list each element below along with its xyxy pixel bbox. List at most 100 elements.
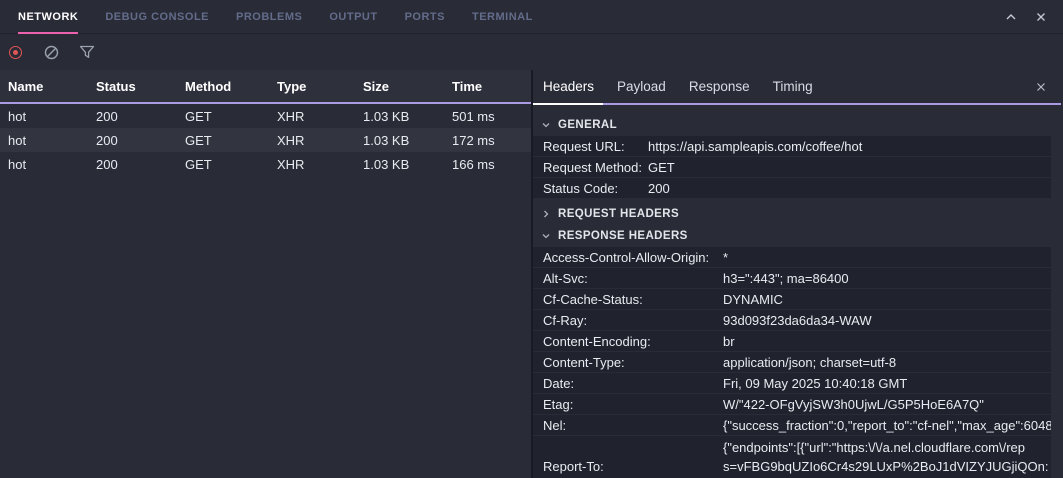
header-value-line: s=vFBG9bqUZIo6Cr4s29LUxP%2BoJ1dVIZYJUGji… [723, 459, 1049, 474]
header-row: Date: Fri, 09 May 2025 10:40:18 GMT [533, 373, 1051, 393]
column-header-name[interactable]: Name [8, 79, 96, 94]
header-value: 200 [648, 181, 1051, 196]
requests-table: Name Status Method Type Size Time hot 20… [0, 70, 531, 478]
tab-problems[interactable]: PROBLEMS [236, 0, 302, 34]
chevron-down-icon [541, 231, 551, 241]
section-header-general[interactable]: GENERAL [533, 114, 1061, 136]
tab-network[interactable]: NETWORK [18, 0, 78, 34]
header-key: Content-Type: [543, 355, 723, 370]
header-value: {"success_fraction":0,"report_to":"cf-ne… [723, 418, 1051, 433]
table-row[interactable]: hot 200 GET XHR 1.03 KB 501 ms [0, 104, 531, 128]
header-key: Request URL: [543, 139, 648, 154]
details-content: GENERAL Request URL: https://api.samplea… [533, 105, 1061, 478]
header-row: Access-Control-Allow-Origin: * [533, 247, 1051, 267]
filter-icon[interactable] [79, 44, 95, 60]
header-value: application/json; charset=utf-8 [723, 355, 1051, 370]
header-key: Status Code: [543, 181, 648, 196]
cell-method: GET [185, 157, 277, 172]
header-row: Nel: {"success_fraction":0,"report_to":"… [533, 415, 1051, 435]
header-value: br [723, 334, 1051, 349]
header-row: Etag: W/"422-OFgVyjSW3h0UjwL/G5P5HoE6A7Q… [533, 394, 1051, 414]
header-value: {"endpoints":[{"url":"https:\/\/a.nel.cl… [723, 438, 1051, 478]
cell-method: GET [185, 109, 277, 124]
column-header-time[interactable]: Time [452, 79, 531, 94]
header-key: Cf-Ray: [543, 313, 723, 328]
header-value: GET [648, 160, 1051, 175]
header-row: Content-Encoding: br [533, 331, 1051, 351]
header-row: Status Code: 200 [533, 178, 1051, 198]
details-tab-bar: Headers Payload Response Timing [533, 70, 1061, 105]
tab-response[interactable]: Response [689, 79, 750, 94]
record-icon[interactable] [7, 44, 23, 60]
column-header-method[interactable]: Method [185, 79, 277, 94]
header-key: Date: [543, 376, 723, 391]
cell-status: 200 [96, 157, 185, 172]
chevron-up-icon[interactable] [1003, 9, 1019, 25]
header-value: * [723, 250, 1051, 265]
cell-name: hot [8, 133, 96, 148]
tab-headers[interactable]: Headers [543, 79, 594, 94]
section-header-response-headers[interactable]: RESPONSE HEADERS [533, 225, 1061, 247]
header-key: Request Method: [543, 160, 648, 175]
cell-size: 1.03 KB [363, 157, 452, 172]
close-details-icon[interactable] [1033, 79, 1049, 95]
header-value: 93d093f23da6da34-WAW [723, 313, 1051, 328]
cell-name: hot [8, 157, 96, 172]
tab-terminal[interactable]: TERMINAL [472, 0, 533, 34]
close-panel-icon[interactable] [1033, 9, 1049, 25]
header-value: h3=":443"; ma=86400 [723, 271, 1051, 286]
cell-time: 166 ms [452, 157, 531, 172]
network-panel-body: Name Status Method Type Size Time hot 20… [0, 70, 1063, 478]
header-key: Alt-Svc: [543, 271, 723, 286]
clear-icon[interactable] [43, 44, 59, 60]
table-row[interactable]: hot 200 GET XHR 1.03 KB 172 ms [0, 128, 531, 152]
header-key: Report-To: [543, 459, 723, 474]
header-value: https://api.sampleapis.com/coffee/hot [648, 139, 1051, 154]
header-key: Nel: [543, 418, 723, 433]
section-title: GENERAL [558, 119, 617, 131]
header-value-line: {"endpoints":[{"url":"https:\/\/a.nel.cl… [723, 440, 1025, 455]
column-header-size[interactable]: Size [363, 79, 452, 94]
header-value: W/"422-OFgVyjSW3h0UjwL/G5P5HoE6A7Q" [723, 397, 1051, 412]
request-details-pane: Headers Payload Response Timing GENERAL … [531, 70, 1061, 478]
requests-table-header: Name Status Method Type Size Time [0, 70, 531, 104]
tab-payload[interactable]: Payload [617, 79, 666, 94]
header-row: Cf-Cache-Status: DYNAMIC [533, 289, 1051, 309]
column-header-status[interactable]: Status [96, 79, 185, 94]
section-title: REQUEST HEADERS [558, 208, 679, 220]
header-row: Alt-Svc: h3=":443"; ma=86400 [533, 268, 1051, 288]
cell-time: 172 ms [452, 133, 531, 148]
header-row: Content-Type: application/json; charset=… [533, 352, 1051, 372]
header-row: Request URL: https://api.sampleapis.com/… [533, 136, 1051, 156]
column-header-type[interactable]: Type [277, 79, 363, 94]
header-row: Request Method: GET [533, 157, 1051, 177]
panel-tab-strip: NETWORK DEBUG CONSOLE PROBLEMS OUTPUT PO… [0, 0, 1063, 34]
header-value: DYNAMIC [723, 292, 1051, 307]
header-key: Etag: [543, 397, 723, 412]
header-value: Fri, 09 May 2025 10:40:18 GMT [723, 376, 1051, 391]
panel-window-controls [1003, 9, 1063, 25]
cell-status: 200 [96, 109, 185, 124]
section-title: RESPONSE HEADERS [558, 230, 688, 242]
tab-timing[interactable]: Timing [773, 79, 813, 94]
header-row: Report-To: {"endpoints":[{"url":"https:\… [533, 436, 1051, 478]
network-toolbar [0, 34, 1063, 70]
tab-debug-console[interactable]: DEBUG CONSOLE [105, 0, 209, 34]
header-row: Cf-Ray: 93d093f23da6da34-WAW [533, 310, 1051, 330]
tab-output[interactable]: OUTPUT [329, 0, 377, 34]
cell-type: XHR [277, 157, 363, 172]
header-key: Access-Control-Allow-Origin: [543, 250, 723, 265]
header-key: Cf-Cache-Status: [543, 292, 723, 307]
tab-ports[interactable]: PORTS [405, 0, 445, 34]
cell-type: XHR [277, 109, 363, 124]
table-row[interactable]: hot 200 GET XHR 1.03 KB 166 ms [0, 152, 531, 176]
cell-size: 1.03 KB [363, 109, 452, 124]
chevron-down-icon [541, 120, 551, 130]
cell-name: hot [8, 109, 96, 124]
section-header-request-headers[interactable]: REQUEST HEADERS [533, 203, 1061, 225]
header-key: Content-Encoding: [543, 334, 723, 349]
cell-type: XHR [277, 133, 363, 148]
cell-size: 1.03 KB [363, 133, 452, 148]
cell-status: 200 [96, 133, 185, 148]
cell-method: GET [185, 133, 277, 148]
